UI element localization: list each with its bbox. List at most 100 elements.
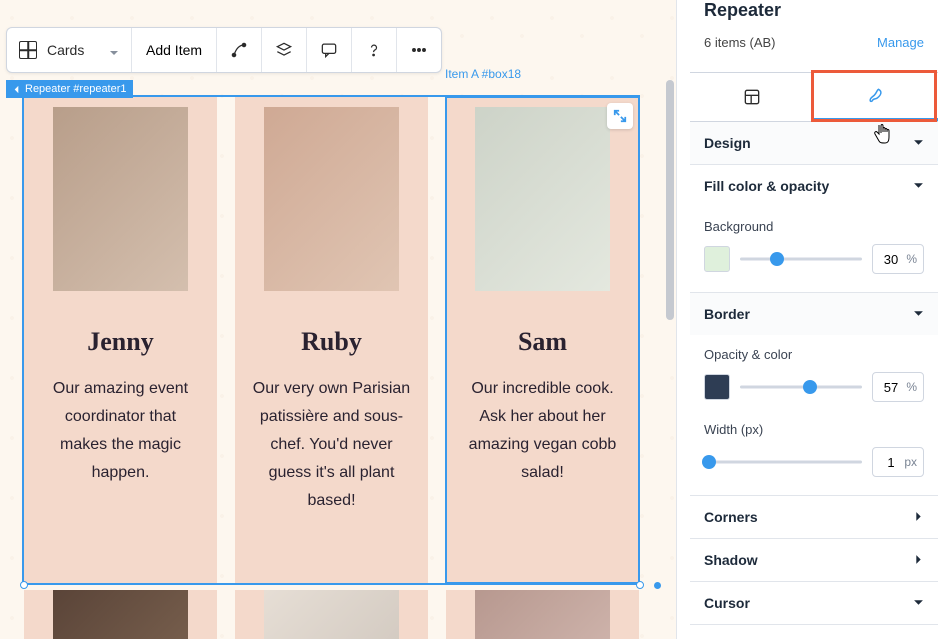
comment-button[interactable] xyxy=(307,28,352,72)
inspector-title: Repeater xyxy=(704,0,924,21)
item-id-tag: Item A #box18 xyxy=(445,67,521,81)
layout-icon xyxy=(742,87,762,107)
border-color-swatch[interactable] xyxy=(704,374,730,400)
border-opacity-label: Opacity & color xyxy=(704,347,924,362)
expand-button[interactable] xyxy=(607,103,633,129)
person-image[interactable] xyxy=(475,107,610,291)
border-width-label: Width (px) xyxy=(704,422,924,437)
element-type-label: Cards xyxy=(47,42,99,58)
chevron-down-icon xyxy=(913,306,924,322)
section-header-fill[interactable]: Fill color & opacity xyxy=(690,165,938,207)
person-image[interactable] xyxy=(53,107,188,291)
cursor-icon xyxy=(872,123,892,145)
repeater-row-2 xyxy=(24,590,638,639)
more-button[interactable] xyxy=(397,28,441,72)
chevron-down-icon xyxy=(109,45,119,55)
grid-icon xyxy=(19,41,37,59)
person-image[interactable] xyxy=(264,107,399,291)
breadcrumb-label: Repeater #repeater1 xyxy=(25,83,127,95)
inspector-header: Repeater 6 items (AB) Manage xyxy=(690,0,938,58)
slider-thumb[interactable] xyxy=(803,380,817,394)
section-body-fill: Background % xyxy=(690,207,938,292)
chevron-left-icon xyxy=(12,85,21,94)
background-color-swatch[interactable] xyxy=(704,246,730,272)
section-title: Border xyxy=(704,306,750,322)
chevron-down-icon xyxy=(913,178,924,194)
card-description[interactable]: Our incredible cook. Ask her about her a… xyxy=(446,357,639,487)
inspector-panel: Repeater 6 items (AB) Manage Design Fill… xyxy=(690,0,938,639)
repeater-cards: Jenny Our amazing event coordinator that… xyxy=(24,97,638,583)
brush-icon xyxy=(866,86,886,106)
slider-thumb[interactable] xyxy=(770,252,784,266)
slider-thumb[interactable] xyxy=(702,455,716,469)
section-design: Design xyxy=(690,122,938,165)
add-item-button[interactable]: Add Item xyxy=(132,28,217,72)
repeater-item[interactable] xyxy=(446,590,639,639)
chevron-right-icon xyxy=(913,509,924,525)
background-opacity-input[interactable]: % xyxy=(872,244,924,274)
tab-design[interactable] xyxy=(814,73,938,121)
section-title: Fill color & opacity xyxy=(704,178,829,194)
border-width-value-input[interactable] xyxy=(879,455,903,470)
section-cursor: Cursor xyxy=(690,582,938,625)
section-corners: Corners xyxy=(690,496,938,539)
canvas-scrollbar[interactable] xyxy=(666,80,674,320)
editor-canvas[interactable]: Cards Add Item Repeater #repeater1 Item … xyxy=(0,0,676,639)
resize-handle[interactable] xyxy=(636,581,644,589)
section-border: Border Opacity & color % Width (px) xyxy=(690,293,938,496)
unit-label: % xyxy=(906,380,917,394)
section-header-cursor[interactable]: Cursor xyxy=(690,582,938,624)
person-image[interactable] xyxy=(264,590,399,639)
repeater-item[interactable] xyxy=(235,590,428,639)
chevron-down-icon xyxy=(913,135,924,151)
inspector-tabs xyxy=(690,72,938,122)
border-opacity-slider[interactable] xyxy=(740,377,862,397)
section-title: Corners xyxy=(704,509,758,525)
card-description[interactable]: Our very own Parisian patissière and sou… xyxy=(235,357,428,515)
opacity-value-input[interactable] xyxy=(879,252,903,267)
border-opacity-value-input[interactable] xyxy=(879,380,903,395)
help-button[interactable] xyxy=(352,28,397,72)
slider-track xyxy=(740,258,862,261)
selection-breadcrumb[interactable]: Repeater #repeater1 xyxy=(6,80,133,98)
person-image[interactable] xyxy=(53,590,188,639)
section-header-design[interactable]: Design xyxy=(690,122,938,164)
element-toolbar: Cards Add Item xyxy=(6,27,442,73)
card-description[interactable]: Our amazing event coordinator that makes… xyxy=(24,357,217,487)
border-opacity-input[interactable]: % xyxy=(872,372,924,402)
panel-divider xyxy=(676,0,677,639)
chevron-right-icon xyxy=(913,552,924,568)
section-header-corners[interactable]: Corners xyxy=(690,496,938,538)
repeater-item[interactable]: Jenny Our amazing event coordinator that… xyxy=(24,97,217,583)
slider-track xyxy=(704,461,862,464)
manage-link[interactable]: Manage xyxy=(877,35,924,50)
unit-label: % xyxy=(906,252,917,266)
section-title: Cursor xyxy=(704,595,750,611)
tab-layout[interactable] xyxy=(690,73,814,121)
border-width-input[interactable]: px xyxy=(872,447,924,477)
background-opacity-slider[interactable] xyxy=(740,249,862,269)
card-name[interactable]: Ruby xyxy=(235,327,428,357)
chevron-down-icon xyxy=(913,595,924,611)
repeater-item[interactable] xyxy=(24,590,217,639)
border-width-slider[interactable] xyxy=(704,452,862,472)
repeater-item-selected[interactable]: Sam Our incredible cook. Ask her about h… xyxy=(446,97,639,583)
repeater-item[interactable]: Ruby Our very own Parisian patissière an… xyxy=(235,97,428,583)
section-body-border: Opacity & color % Width (px) xyxy=(690,335,938,495)
section-title: Shadow xyxy=(704,552,758,568)
card-name[interactable]: Jenny xyxy=(24,327,217,357)
section-header-shadow[interactable]: Shadow xyxy=(690,539,938,581)
items-count: 6 items (AB) xyxy=(704,35,776,50)
background-label: Background xyxy=(704,219,924,234)
element-type-dropdown[interactable]: Cards xyxy=(7,28,132,72)
resize-handle[interactable] xyxy=(20,581,28,589)
stretch-button[interactable] xyxy=(262,28,307,72)
person-image[interactable] xyxy=(475,590,610,639)
slider-track xyxy=(740,386,862,389)
animations-button[interactable] xyxy=(217,28,262,72)
add-handle[interactable] xyxy=(654,582,661,589)
section-header-border[interactable]: Border xyxy=(690,293,938,335)
card-name[interactable]: Sam xyxy=(446,327,639,357)
section-shadow: Shadow xyxy=(690,539,938,582)
section-fill: Fill color & opacity Background % xyxy=(690,165,938,293)
